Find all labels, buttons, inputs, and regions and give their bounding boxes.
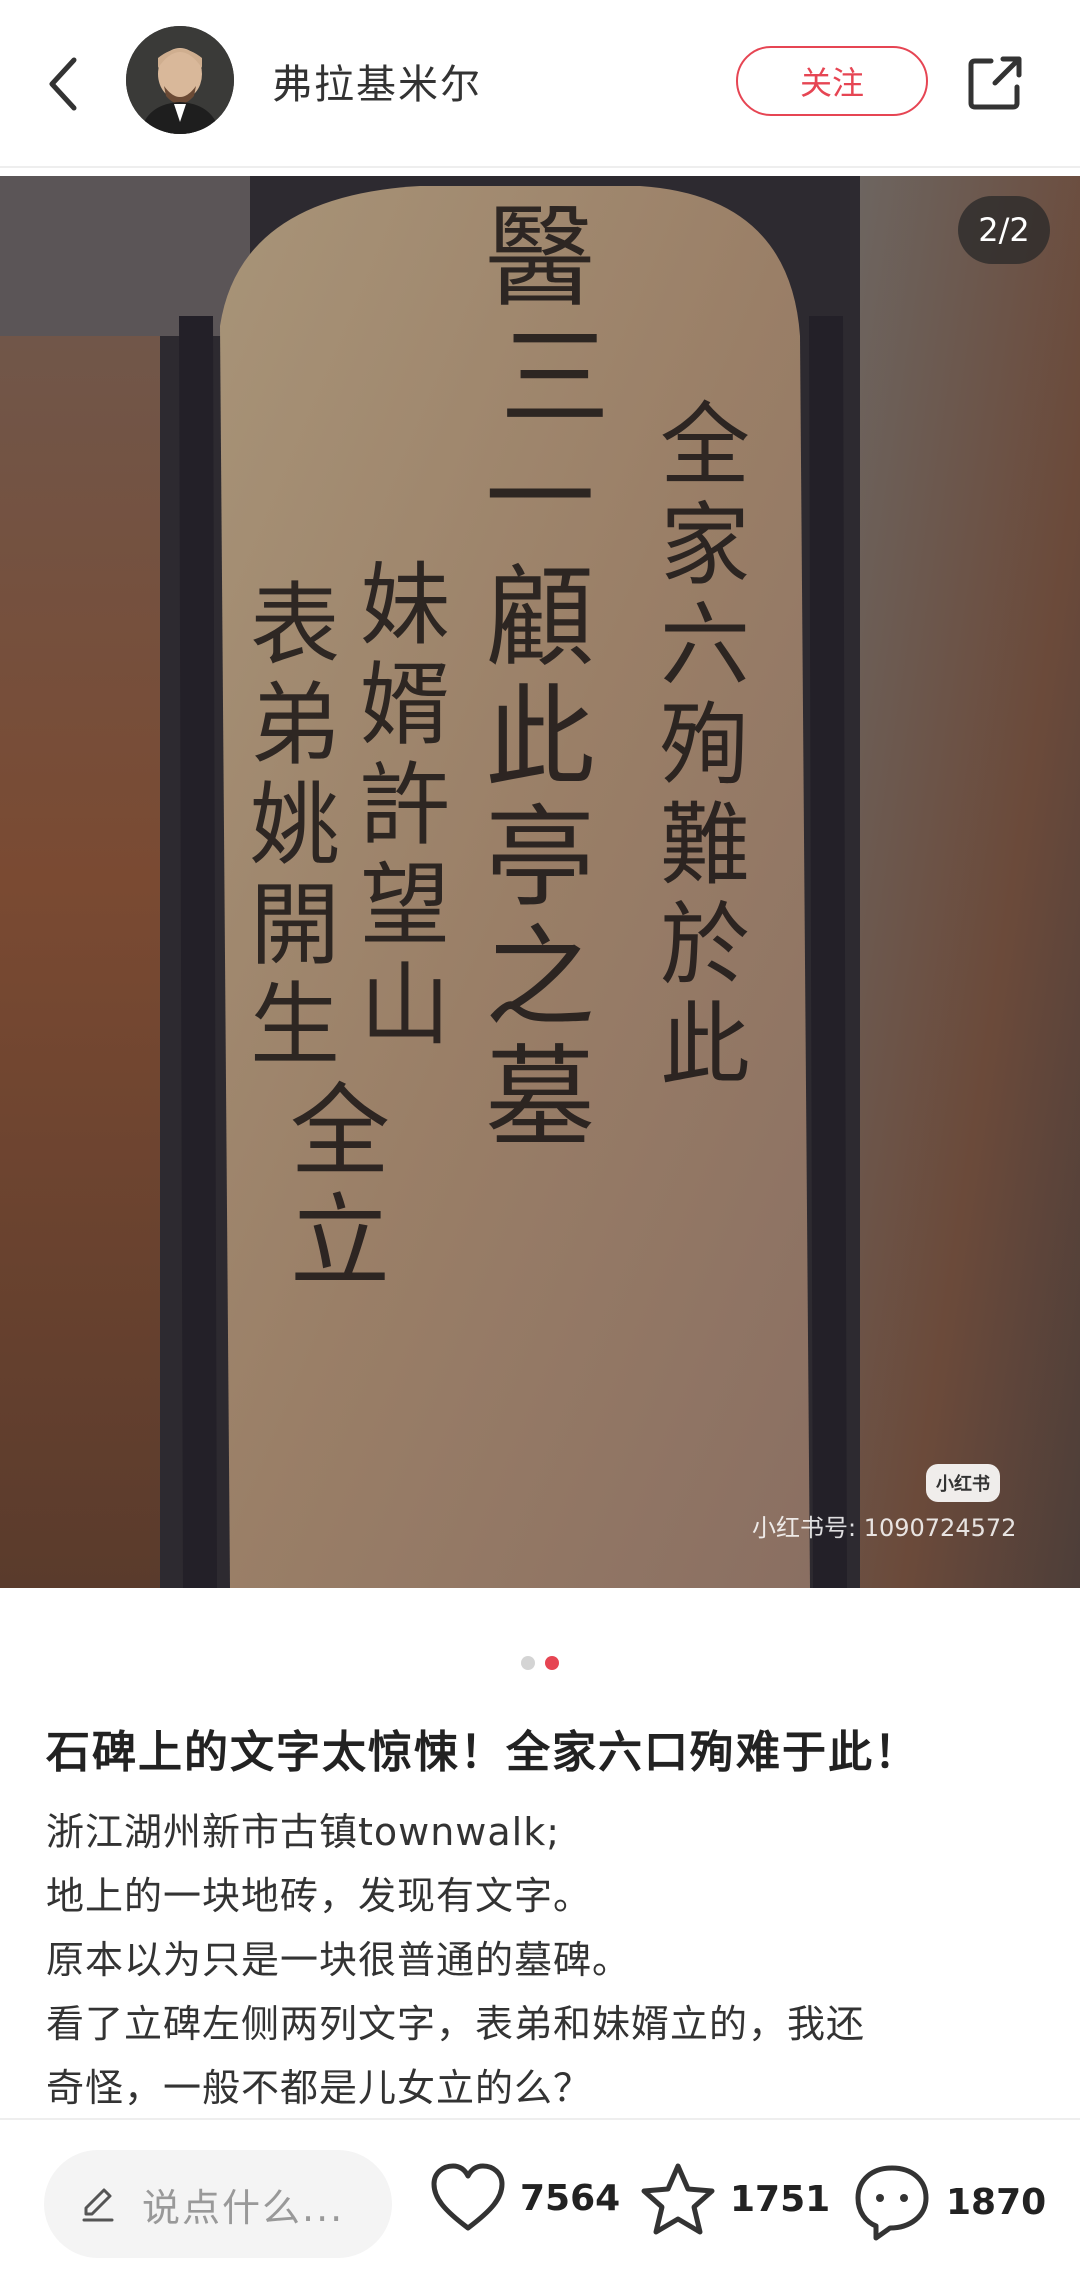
share-icon	[968, 56, 1022, 110]
comment-input[interactable]: 说点什么...	[44, 2150, 392, 2258]
bottom-action-bar: 说点什么... 7564 1751 1870	[0, 2118, 1080, 2286]
comment-count: 1870	[946, 2181, 1047, 2223]
svg-text:墓: 墓	[485, 1034, 595, 1162]
svg-text:妹: 妹	[360, 553, 450, 658]
chevron-left-icon	[49, 57, 77, 111]
svg-text:此: 此	[660, 993, 750, 1098]
comment-button[interactable]: 1870	[852, 2162, 1046, 2242]
heart-icon	[431, 2163, 505, 2231]
svg-text:殉: 殉	[660, 693, 750, 798]
back-button[interactable]	[36, 44, 88, 124]
svg-text:立: 立	[290, 1183, 390, 1300]
svg-text:姚: 姚	[250, 773, 340, 878]
svg-text:顧: 顧	[485, 554, 595, 682]
like-button[interactable]: 7564	[430, 2162, 620, 2234]
svg-text:難: 難	[660, 793, 750, 898]
svg-text:生: 生	[250, 973, 340, 1078]
svg-text:醫: 醫	[485, 194, 595, 322]
svg-text:家: 家	[660, 493, 750, 598]
post-body-line: 原本以为只是一块很普通的墓碑。	[46, 1938, 632, 1982]
stone-tablet-photo: 醫 三 一 顧 此 亭 之 墓 全 家 六 殉 難 於 此 妹 婿 許 望 山 …	[0, 176, 1080, 1588]
svg-text:六: 六	[660, 593, 750, 698]
chat-bubble-icon	[855, 2165, 929, 2241]
post-image[interactable]: 醫 三 一 顧 此 亭 之 墓 全 家 六 殉 難 於 此 妹 婿 許 望 山 …	[0, 176, 1080, 1588]
svg-text:開: 開	[250, 873, 340, 978]
share-button[interactable]	[960, 48, 1030, 118]
avatar-portrait	[126, 26, 234, 134]
post-body-line: 奇怪，一般不都是儿女立的么？	[46, 2066, 593, 2110]
post-body: 浙江湖州新市古镇townwalk; 地上的一块地砖，发现有文字。 原本以为只是一…	[46, 1800, 1046, 2120]
author-avatar[interactable]	[126, 26, 234, 134]
svg-text:一: 一	[485, 434, 595, 562]
svg-text:三: 三	[500, 314, 610, 442]
post-body-line: 看了立碑左侧两列文字，表弟和妹婿立的，我还	[46, 2002, 866, 2046]
svg-text:許: 許	[360, 753, 450, 858]
pencil-icon	[82, 2188, 114, 2222]
svg-text:望: 望	[360, 853, 450, 958]
svg-text:於: 於	[660, 893, 750, 998]
post-title: 石碑上的文字太惊悚！全家六口殉难于此！	[46, 1727, 920, 1778]
svg-text:之: 之	[485, 914, 595, 1042]
watermark-text: 小红书号: 1090724572	[752, 1514, 1017, 1542]
svg-text:表: 表	[250, 573, 340, 678]
author-name[interactable]: 弗拉基米尔	[272, 52, 482, 110]
top-bar: 弗拉基米尔 关注	[0, 0, 1080, 168]
post-body-line: 浙江湖州新市古镇townwalk;	[46, 1810, 561, 1854]
svg-text:亭: 亭	[485, 794, 595, 922]
watermark-logo: 小红书	[926, 1464, 1000, 1502]
svg-text:此: 此	[485, 674, 595, 802]
page-indicator: 2/2	[958, 196, 1050, 264]
svg-text:全: 全	[290, 1073, 390, 1190]
carousel-dot-1[interactable]	[521, 1656, 535, 1670]
collect-button[interactable]: 1751	[640, 2162, 830, 2236]
svg-text:山: 山	[360, 953, 450, 1058]
post-body-line: 地上的一块地砖，发现有文字。	[46, 1874, 593, 1918]
carousel-dot-2-active[interactable]	[545, 1656, 559, 1670]
collect-count: 1751	[730, 2178, 831, 2220]
comment-placeholder: 说点什么...	[142, 2185, 345, 2230]
follow-button[interactable]: 关注	[736, 46, 928, 116]
carousel-dots	[0, 1656, 1080, 1670]
svg-text:全: 全	[660, 393, 750, 498]
like-count: 7564	[520, 2177, 621, 2219]
star-icon	[641, 2163, 715, 2235]
svg-text:弟: 弟	[250, 673, 340, 778]
svg-text:婿: 婿	[360, 653, 450, 758]
